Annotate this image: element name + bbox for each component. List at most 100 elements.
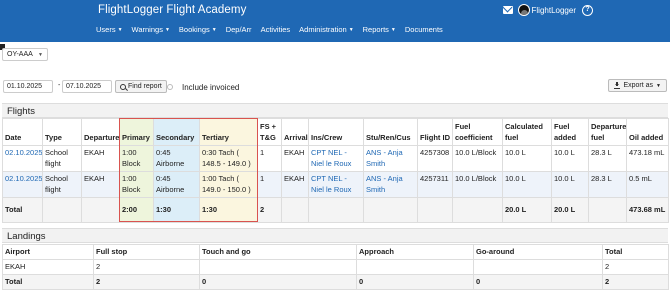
col-student[interactable]: Stu/Ren/Cus — [363, 118, 418, 146]
col-go-around[interactable]: Go-around — [473, 244, 603, 260]
cell-go-around — [473, 259, 603, 275]
date-from-input[interactable]: 01.10.2025 — [3, 80, 53, 93]
cell-calc-fuel: 10.0 L — [502, 171, 552, 198]
total-touch-go: 0 — [199, 274, 357, 290]
cell-total: 2 — [602, 259, 669, 275]
col-calculated-fuel[interactable]: Calculated fuel — [502, 118, 552, 146]
cell-secondary: 0:45 Airborne — [153, 145, 200, 172]
cell-arrival: EKAH — [281, 171, 309, 198]
cell-crew: CPT NEL - Niel le Roux — [308, 145, 364, 172]
help-icon[interactable]: ? — [582, 4, 593, 16]
col-secondary[interactable]: Secondary — [153, 118, 200, 146]
cell-oil: 473.18 mL — [626, 145, 669, 172]
search-icon — [120, 83, 126, 90]
brand-title[interactable]: FlightLogger Flight Academy — [98, 4, 246, 16]
table-row: 02.10.2025 School flight EKAH 1:00 Block… — [2, 171, 669, 198]
total-oil: 473.68 mL — [626, 197, 669, 223]
cell-calc-fuel: 10.0 L — [502, 145, 552, 172]
cell-date: 02.10.2025 — [2, 171, 43, 198]
nav-warnings[interactable]: Warnings ▼ — [132, 25, 170, 34]
flights-table: Date Type Departure Primary Secondary Te… — [2, 118, 669, 223]
crew-link[interactable]: CPT NEL - Niel le Roux — [311, 148, 351, 168]
main-nav: Users ▼ Warnings ▼ Bookings ▼ Dep/Arr Activ… — [96, 25, 452, 34]
cell-student: ANS - Anja Smith — [363, 171, 418, 198]
date-link[interactable]: 02.10.2025 — [5, 148, 42, 157]
cell-primary: 1:00 Block — [119, 145, 154, 172]
nav-dep-arr[interactable]: Dep/Arr — [226, 25, 252, 34]
cell-touch-go — [199, 259, 357, 275]
nav-bookings[interactable]: Bookings ▼ — [179, 25, 217, 34]
date-link[interactable]: 02.10.2025 — [5, 174, 42, 183]
total-full-stop: 2 — [93, 274, 200, 290]
cell-full-stop: 2 — [93, 259, 200, 275]
total-calc-fuel: 20.0 L — [502, 197, 552, 223]
total-total: 2 — [602, 274, 669, 290]
flights-heading: Flights — [2, 103, 668, 118]
col-fuel-coefficient[interactable]: Fuel coefficient — [452, 118, 503, 146]
total-fs: 2 — [257, 197, 282, 223]
aircraft-select[interactable]: OY-AAA ▼ — [2, 48, 48, 61]
nav-documents[interactable]: Documents — [405, 25, 443, 34]
cell-tertiary: 1:00 Tach ( 149.0 - 150.0 ) — [199, 171, 258, 198]
table-header: Date Type Departure Primary Secondary Te… — [2, 118, 669, 146]
col-fs-tg[interactable]: FS + T&G — [257, 118, 282, 146]
total-fuel-added: 20.0 L — [551, 197, 589, 223]
cell-tertiary: 0:30 Tach ( 148.5 - 149.0 ) — [199, 145, 258, 172]
total-row: Total 2:00 1:30 1:30 2 20.0 L 20.0 L 473… — [2, 197, 669, 223]
nav-activities[interactable]: Activities — [261, 25, 291, 34]
total-go-around: 0 — [473, 274, 603, 290]
col-full-stop[interactable]: Full stop — [93, 244, 200, 260]
col-arrival[interactable]: Arrival — [281, 118, 309, 146]
student-link[interactable]: ANS - Anja Smith — [366, 174, 403, 194]
nav-reports[interactable]: Reports ▼ — [363, 25, 396, 34]
export-as-button[interactable]: Export as ▼ — [608, 79, 667, 92]
include-invoiced-radio[interactable] — [167, 84, 173, 90]
find-report-button[interactable]: Find report — [115, 80, 167, 93]
crew-link[interactable]: CPT NEL - Niel le Roux — [311, 174, 351, 194]
col-flight-id[interactable]: Flight ID — [417, 118, 453, 146]
col-total[interactable]: Total — [602, 244, 669, 260]
nav-users[interactable]: Users ▼ — [96, 25, 123, 34]
cell-fuel-added: 10.0 L — [551, 171, 589, 198]
nav-administration[interactable]: Administration ▼ — [299, 25, 353, 34]
cell-flight-id: 4257311 — [417, 171, 453, 198]
col-primary[interactable]: Primary — [119, 118, 154, 146]
student-link[interactable]: ANS - Anja Smith — [366, 148, 403, 168]
col-airport[interactable]: Airport — [2, 244, 94, 260]
total-label: Total — [2, 197, 43, 223]
col-fuel-added[interactable]: Fuel added — [551, 118, 589, 146]
cell-airport: EKAH — [2, 259, 94, 275]
total-approach: 0 — [356, 274, 474, 290]
cell-student: ANS - Anja Smith — [363, 145, 418, 172]
landings-heading: Landings — [2, 228, 668, 243]
chevron-down-icon: ▼ — [117, 27, 123, 33]
cell-crew: CPT NEL - Niel le Roux — [308, 171, 364, 198]
col-oil-added[interactable]: Oil added — [626, 118, 669, 146]
date-separator: - — [58, 82, 61, 89]
col-departure[interactable]: Departure — [81, 118, 120, 146]
header-icons: FlightLogger ? — [502, 3, 670, 17]
col-tertiary[interactable]: Tertiary — [199, 118, 258, 146]
col-departure-fuel[interactable]: Departure fuel — [588, 118, 627, 146]
col-touch-and-go[interactable]: Touch and go — [199, 244, 357, 260]
cell-departure: EKAH — [81, 171, 120, 198]
user-name[interactable]: FlightLogger — [532, 6, 576, 15]
mail-icon[interactable] — [502, 6, 513, 14]
col-type[interactable]: Type — [42, 118, 82, 146]
download-icon — [614, 81, 621, 89]
col-ins-crew[interactable]: Ins/Crew — [308, 118, 364, 146]
aircraft-select-value: OY-AAA — [7, 51, 33, 58]
total-label: Total — [2, 274, 94, 290]
chevron-down-icon: ▼ — [211, 27, 217, 33]
total-primary: 2:00 — [119, 197, 154, 223]
include-invoiced-label: Include invoiced — [182, 83, 240, 92]
avatar[interactable] — [517, 4, 530, 16]
chevron-down-icon: ▼ — [348, 27, 354, 33]
col-date[interactable]: Date — [2, 118, 43, 146]
cell-coefficient: 10.0 L/Block — [452, 145, 503, 172]
table-row: 02.10.2025 School flight EKAH 1:00 Block… — [2, 145, 669, 172]
col-approach[interactable]: Approach — [356, 244, 474, 260]
date-to-input[interactable]: 07.10.2025 — [62, 80, 112, 93]
landings-table: Airport Full stop Touch and go Approach … — [2, 244, 669, 290]
cell-dep-fuel: 28.3 L — [588, 171, 627, 198]
